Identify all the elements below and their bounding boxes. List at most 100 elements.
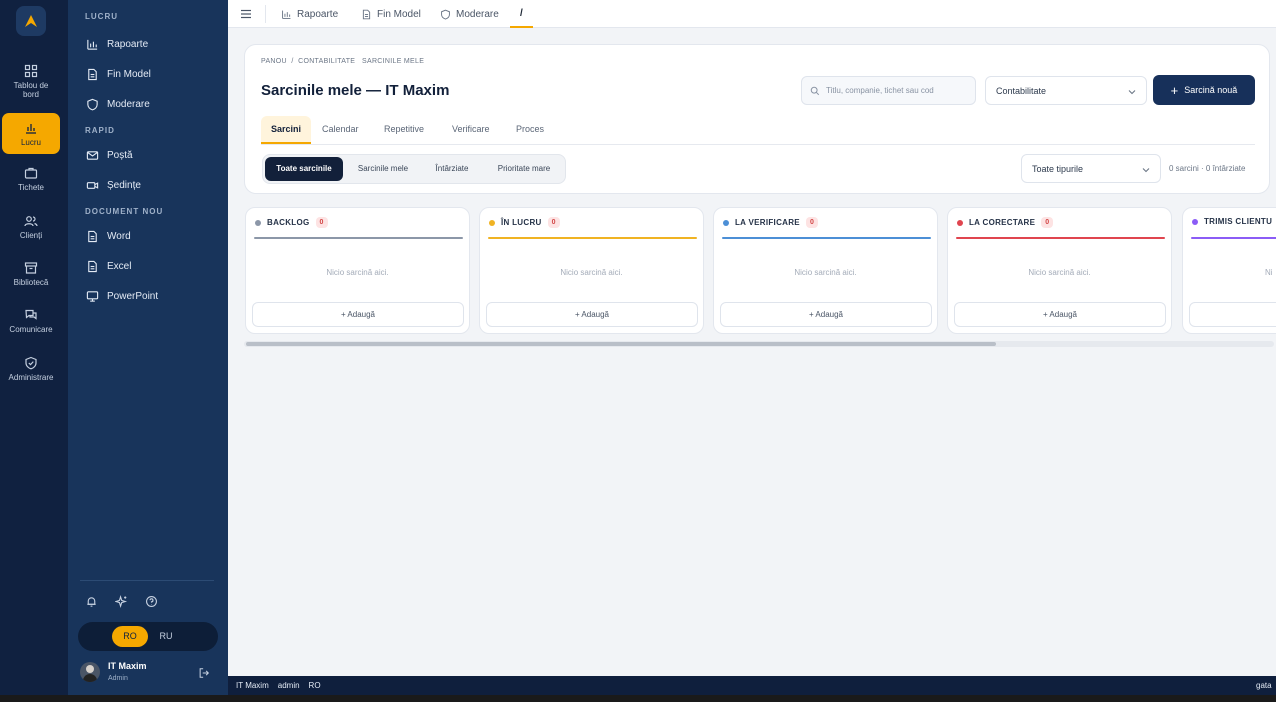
status-dot <box>255 219 261 226</box>
tab-fin-model[interactable]: Fin Model <box>361 0 421 28</box>
tab-recurring[interactable]: Repetitive <box>374 116 434 144</box>
rail-label: Bibliotecă <box>13 278 49 287</box>
logo-icon <box>25 15 37 27</box>
nav-item-mail[interactable]: Poștă <box>86 149 133 162</box>
document-icon <box>88 68 97 81</box>
count-badge: 0 <box>547 217 560 228</box>
count-badge: 0 <box>1041 217 1054 228</box>
column-bar <box>1191 237 1276 239</box>
add-task-button[interactable]: + Adaugă <box>720 302 932 327</box>
user-profile[interactable]: IT Maxim Admin <box>80 661 147 682</box>
tab-reports[interactable]: Rapoarte <box>281 0 338 28</box>
empty-state: Nicio sarcină aici. <box>1028 268 1091 277</box>
bell-icon[interactable] <box>85 595 98 608</box>
add-task-button[interactable] <box>1189 302 1276 327</box>
shield-icon <box>87 98 98 111</box>
tab-process[interactable]: Proces <box>506 116 554 144</box>
nav-item-label: PowerPoint <box>107 291 159 302</box>
type-select[interactable]: Toate tipurile <box>1021 154 1161 183</box>
bar-chart-icon <box>26 124 36 134</box>
chevron-down-icon <box>1142 168 1150 173</box>
empty-state: Nicio sarcină aici. <box>326 268 389 277</box>
rail-label: Administrare <box>8 373 54 382</box>
user-name: IT Maxim <box>108 661 147 671</box>
tab-moderation[interactable]: Moderare <box>440 0 499 28</box>
nav-item-label: Excel <box>107 261 132 272</box>
column-title: LA CORECTARE <box>969 218 1036 227</box>
rail-item-work[interactable]: Lucru <box>2 113 60 154</box>
status-dot <box>723 219 729 226</box>
nav-item-fin-model[interactable]: Fin Model <box>86 68 151 81</box>
count-badge: 0 <box>805 217 819 228</box>
tab-current[interactable]: / <box>510 0 533 28</box>
rail-item-dashboard[interactable]: Tablou de bord <box>2 58 60 102</box>
rail-label: Clienți <box>19 231 43 240</box>
nav-item-reports[interactable]: Rapoarte <box>86 38 148 51</box>
empty-state: Nicio sarcină aici. <box>560 268 623 277</box>
view-tabs: Sarcini Calendar Repetitive Verificare P… <box>261 116 1255 145</box>
lang-ro-button[interactable]: RO <box>112 626 148 647</box>
sparkle-icon[interactable] <box>115 595 128 608</box>
board-scrollbar[interactable] <box>244 341 1274 347</box>
status-dot <box>1192 218 1198 225</box>
logout-icon[interactable] <box>198 667 210 679</box>
rail-item-tickets[interactable]: Tichete <box>2 166 60 202</box>
department-select[interactable]: Contabilitate <box>985 76 1147 105</box>
tab-calendar[interactable]: Calendar <box>312 116 369 144</box>
column-in-progress: ÎN LUCRU 0 Nicio sarcină aici. + Adaugă <box>479 207 704 334</box>
count-badge: 0 <box>315 217 328 228</box>
avatar <box>80 661 100 682</box>
nav-item-moderation[interactable]: Moderare <box>86 98 150 111</box>
tab-review[interactable]: Verificare <box>442 116 500 144</box>
search-input[interactable]: Titlu, companie, tichet sau cod <box>801 76 976 105</box>
tab-label: Fin Model <box>377 8 421 20</box>
grid-icon <box>24 64 38 78</box>
column-title: ÎN LUCRU <box>501 218 542 227</box>
app-logo[interactable] <box>16 6 46 36</box>
status-user: IT Maxim <box>236 681 269 690</box>
task-counts: 0 sarcini · 0 întârziate <box>1169 164 1246 173</box>
tab-tasks[interactable]: Sarcini <box>261 116 312 144</box>
empty-state: Ni <box>1265 268 1273 277</box>
column-review: LA VERIFICARE 0 Nicio sarcină aici. + Ada… <box>713 207 938 334</box>
nav-item-powerpoint[interactable]: PowerPoint <box>86 290 158 303</box>
help-icon[interactable] <box>145 595 158 608</box>
scrollbar-thumb[interactable] <box>246 342 996 346</box>
filter-overdue[interactable]: Întârziate <box>423 157 481 181</box>
column-sent-to-client: TRIMIS CLIENTU Ni <box>1182 207 1276 334</box>
bar-chart-icon <box>282 10 291 19</box>
rail-item-communication[interactable]: Comunicare <box>2 308 60 344</box>
filter-high-priority[interactable]: Prioritate mare <box>485 157 563 181</box>
column-title: BACKLOG <box>267 218 310 227</box>
add-task-button[interactable]: + Adaugă <box>486 302 698 327</box>
plus-icon: + <box>1170 82 1179 98</box>
nav-item-meetings[interactable]: Ședințe <box>86 179 141 192</box>
nav-item-label: Rapoarte <box>107 39 149 50</box>
add-task-button[interactable]: + Adaugă <box>252 302 464 327</box>
search-icon <box>810 86 820 95</box>
section-title-work: LUCRU <box>85 12 118 21</box>
nav-item-excel[interactable]: Excel <box>86 260 131 273</box>
rail-item-admin[interactable]: Administrare <box>2 356 60 392</box>
nav-item-word[interactable]: Word <box>86 230 131 243</box>
column-bar <box>254 237 463 239</box>
new-task-button[interactable]: + Sarcină nouă <box>1153 75 1255 105</box>
header-card: PANOU / CONTABILITATE SARCINILE MELE Sar… <box>244 44 1270 194</box>
section-title-quick: RAPID <box>85 126 115 135</box>
users-icon <box>24 216 38 227</box>
rail-item-clients[interactable]: Clienți <box>2 214 60 250</box>
filter-all-tasks[interactable]: Toate sarcinile <box>265 157 343 181</box>
app-rail: Tablou de bord Lucru Tichete Clienți Bib… <box>0 0 68 702</box>
add-task-button[interactable]: + Adaugă <box>954 302 1166 327</box>
menu-icon[interactable] <box>240 8 252 20</box>
nav-item-label: Ședințe <box>107 180 141 191</box>
lang-ru-button[interactable]: RU <box>148 626 184 647</box>
video-icon <box>86 182 99 189</box>
chevron-down-icon <box>1128 90 1136 95</box>
column-title: LA VERIFICARE <box>735 218 800 227</box>
filter-my-tasks[interactable]: Sarcinile mele <box>347 157 419 181</box>
status-role: admin <box>277 681 300 690</box>
rail-label: Tichete <box>18 183 44 192</box>
nav-item-label: Moderare <box>107 99 150 110</box>
rail-item-library[interactable]: Bibliotecă <box>2 261 60 297</box>
